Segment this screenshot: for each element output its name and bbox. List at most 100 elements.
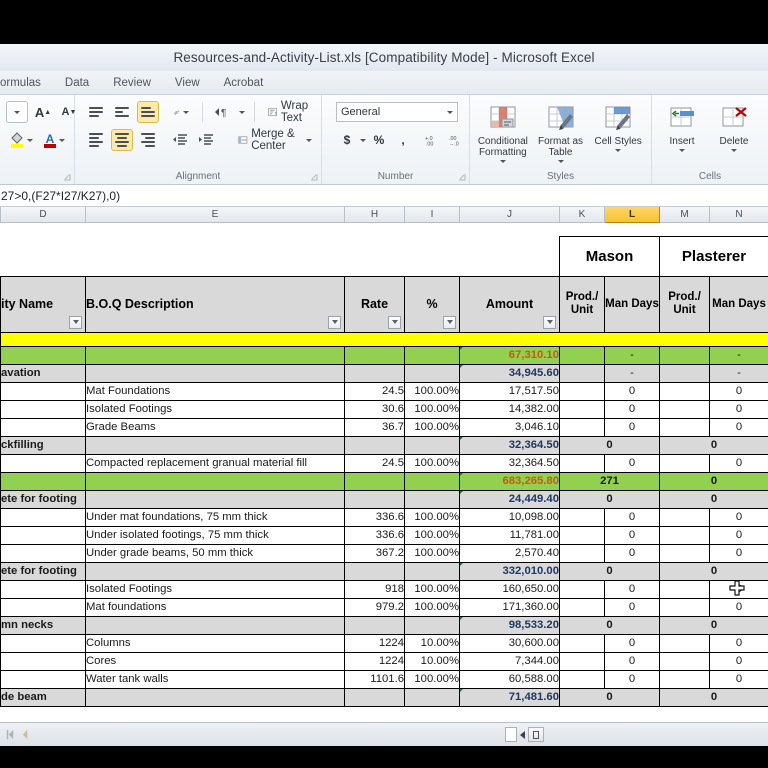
delete-cells-button[interactable]: Delete xyxy=(708,102,760,152)
cell-mason-prod-unit[interactable] xyxy=(560,652,605,670)
cell-percent[interactable]: 100.00% xyxy=(405,580,460,598)
cell-amount[interactable]: 14,382.00 xyxy=(460,400,560,418)
table-row[interactable]: de beam71,481.6000 xyxy=(1,688,768,706)
column-header-K[interactable]: K xyxy=(560,207,605,222)
table-row[interactable]: Water tank walls1101.6100.00%60,588.0000 xyxy=(1,670,768,688)
cell-boq-description[interactable]: Isolated Footings xyxy=(86,580,345,598)
cell-amount[interactable]: 34,945.60 xyxy=(460,364,560,382)
cell-activity-name[interactable]: ckfilling xyxy=(1,436,86,454)
table-row[interactable]: Isolated Footings30.6100.00%14,382.0000 xyxy=(1,400,768,418)
filter-button-amount[interactable] xyxy=(543,316,556,329)
cell-plasterer-man-days[interactable]: 0 xyxy=(710,544,768,562)
font-color-button[interactable]: A xyxy=(40,129,68,151)
accounting-format-button[interactable]: $ xyxy=(336,129,358,151)
cell-rate[interactable] xyxy=(345,490,405,508)
header-boq-description[interactable]: B.O.Q Description xyxy=(86,276,345,332)
cell-boq-description[interactable] xyxy=(86,472,345,490)
cell-plasterer-total[interactable]: 0 xyxy=(660,436,768,454)
cell-amount[interactable]: 98,533.20 xyxy=(460,616,560,634)
align-middle-button[interactable] xyxy=(111,101,133,123)
cell-plasterer-man-days[interactable]: 0 xyxy=(710,508,768,526)
cell-activity-name[interactable] xyxy=(1,508,86,526)
filter-button-rate[interactable] xyxy=(388,316,401,329)
cell-amount[interactable]: 71,481.60 xyxy=(460,688,560,706)
chevron-down-icon[interactable] xyxy=(239,111,245,114)
chevron-down-icon[interactable] xyxy=(360,139,366,142)
cell-amount[interactable]: 7,344.00 xyxy=(460,652,560,670)
cell-boq-description[interactable] xyxy=(86,688,345,706)
cell-mason-prod-unit[interactable] xyxy=(560,382,605,400)
column-header-J[interactable]: J xyxy=(460,207,560,222)
cell-plasterer-man-days[interactable]: - xyxy=(710,346,768,364)
cell-plasterer-prod-unit[interactable] xyxy=(660,418,710,436)
conditional-formatting-button[interactable]: Conditional Formatting xyxy=(474,102,532,163)
trade-band-mason[interactable]: Mason xyxy=(560,236,660,276)
cell-percent[interactable] xyxy=(405,346,460,364)
cell-boq-description[interactable]: Columns xyxy=(86,634,345,652)
table-row[interactable] xyxy=(1,332,768,346)
scroll-left-icon[interactable] xyxy=(520,731,525,739)
cell-activity-name[interactable] xyxy=(1,400,86,418)
cell-mason-prod-unit[interactable] xyxy=(560,364,605,382)
cell-plasterer-prod-unit[interactable] xyxy=(660,634,710,652)
cell-mason-man-days[interactable]: - xyxy=(605,364,660,382)
column-header-H[interactable]: H xyxy=(345,207,405,222)
cell-plasterer-man-days[interactable]: 0 xyxy=(710,418,768,436)
alignment-dialog-launcher-icon[interactable] xyxy=(310,173,318,181)
tab-acrobat[interactable]: Acrobat xyxy=(212,77,276,89)
cell-mason-prod-unit[interactable] xyxy=(560,454,605,472)
cell-plasterer-man-days[interactable]: 0 xyxy=(710,634,768,652)
cell-activity-name[interactable] xyxy=(1,382,86,400)
cell-rate[interactable]: 30.6 xyxy=(345,400,405,418)
table-row[interactable]: Under isolated footings, 75 mm thick336.… xyxy=(1,526,768,544)
header-percent[interactable]: % xyxy=(405,276,460,332)
cell-activity-name[interactable]: ete for footing xyxy=(1,562,86,580)
cell-amount[interactable]: 3,046.10 xyxy=(460,418,560,436)
cell-percent[interactable]: 10.00% xyxy=(405,652,460,670)
text-direction-button[interactable]: ¶ xyxy=(211,101,233,123)
cell-plasterer-man-days[interactable]: 0 xyxy=(710,382,768,400)
cell-amount[interactable]: 160,650.00 xyxy=(460,580,560,598)
header-plasterer-prod-unit[interactable]: Prod./ Unit xyxy=(660,276,710,332)
cell-amount[interactable]: 32,364.50 xyxy=(460,454,560,472)
table-row[interactable]: Under mat foundations, 75 mm thick336.61… xyxy=(1,508,768,526)
header-amount[interactable]: Amount xyxy=(460,276,560,332)
filter-button-percent[interactable] xyxy=(443,316,456,329)
table-row[interactable]: Grade Beams36.7100.00%3,046.1000 xyxy=(1,418,768,436)
fill-color-button[interactable] xyxy=(6,129,36,151)
cell-boq-description[interactable]: Cores xyxy=(86,652,345,670)
cell-plasterer-prod-unit[interactable] xyxy=(660,454,710,472)
cell-percent[interactable] xyxy=(405,562,460,580)
font-dialog-launcher-icon[interactable] xyxy=(63,173,71,181)
number-dialog-launcher-icon[interactable] xyxy=(458,173,466,181)
cell-activity-name[interactable] xyxy=(1,346,86,364)
cell-plasterer-total[interactable]: 0 xyxy=(660,562,768,580)
cell-plasterer-prod-unit[interactable] xyxy=(660,382,710,400)
cell-percent[interactable]: 100.00% xyxy=(405,544,460,562)
cell-plasterer-prod-unit[interactable] xyxy=(660,526,710,544)
cell-plasterer-prod-unit[interactable] xyxy=(660,598,710,616)
cell-percent[interactable]: 100.00% xyxy=(405,418,460,436)
cell-amount[interactable]: 332,010.00 xyxy=(460,562,560,580)
cell-plasterer-prod-unit[interactable] xyxy=(660,544,710,562)
cell-plasterer-prod-unit[interactable] xyxy=(660,364,710,382)
cell-activity-name[interactable]: avation xyxy=(1,364,86,382)
cell-mason-man-days[interactable]: 0 xyxy=(605,454,660,472)
scroll-thumb-button[interactable] xyxy=(528,727,544,742)
table-row[interactable]: Under grade beams, 50 mm thick367.2100.0… xyxy=(1,544,768,562)
cell-plasterer-prod-unit[interactable] xyxy=(660,652,710,670)
cell-boq-description[interactable] xyxy=(86,436,345,454)
cell-percent[interactable]: 100.00% xyxy=(405,508,460,526)
table-row[interactable]: 67,310.10-- xyxy=(1,346,768,364)
cell-rate[interactable] xyxy=(345,436,405,454)
cell-mason-prod-unit[interactable] xyxy=(560,418,605,436)
cell-activity-name[interactable] xyxy=(1,634,86,652)
column-header-L[interactable]: L xyxy=(605,207,660,222)
align-bottom-button[interactable] xyxy=(137,101,159,123)
cell-plasterer-prod-unit[interactable] xyxy=(660,346,710,364)
cell-plasterer-man-days[interactable]: - xyxy=(710,364,768,382)
cell-activity-name[interactable]: mn necks xyxy=(1,616,86,634)
cell-mason-total[interactable]: 0 xyxy=(560,490,660,508)
sheet-nav-prev-icon[interactable] xyxy=(19,728,32,741)
cell-mason-prod-unit[interactable] xyxy=(560,526,605,544)
